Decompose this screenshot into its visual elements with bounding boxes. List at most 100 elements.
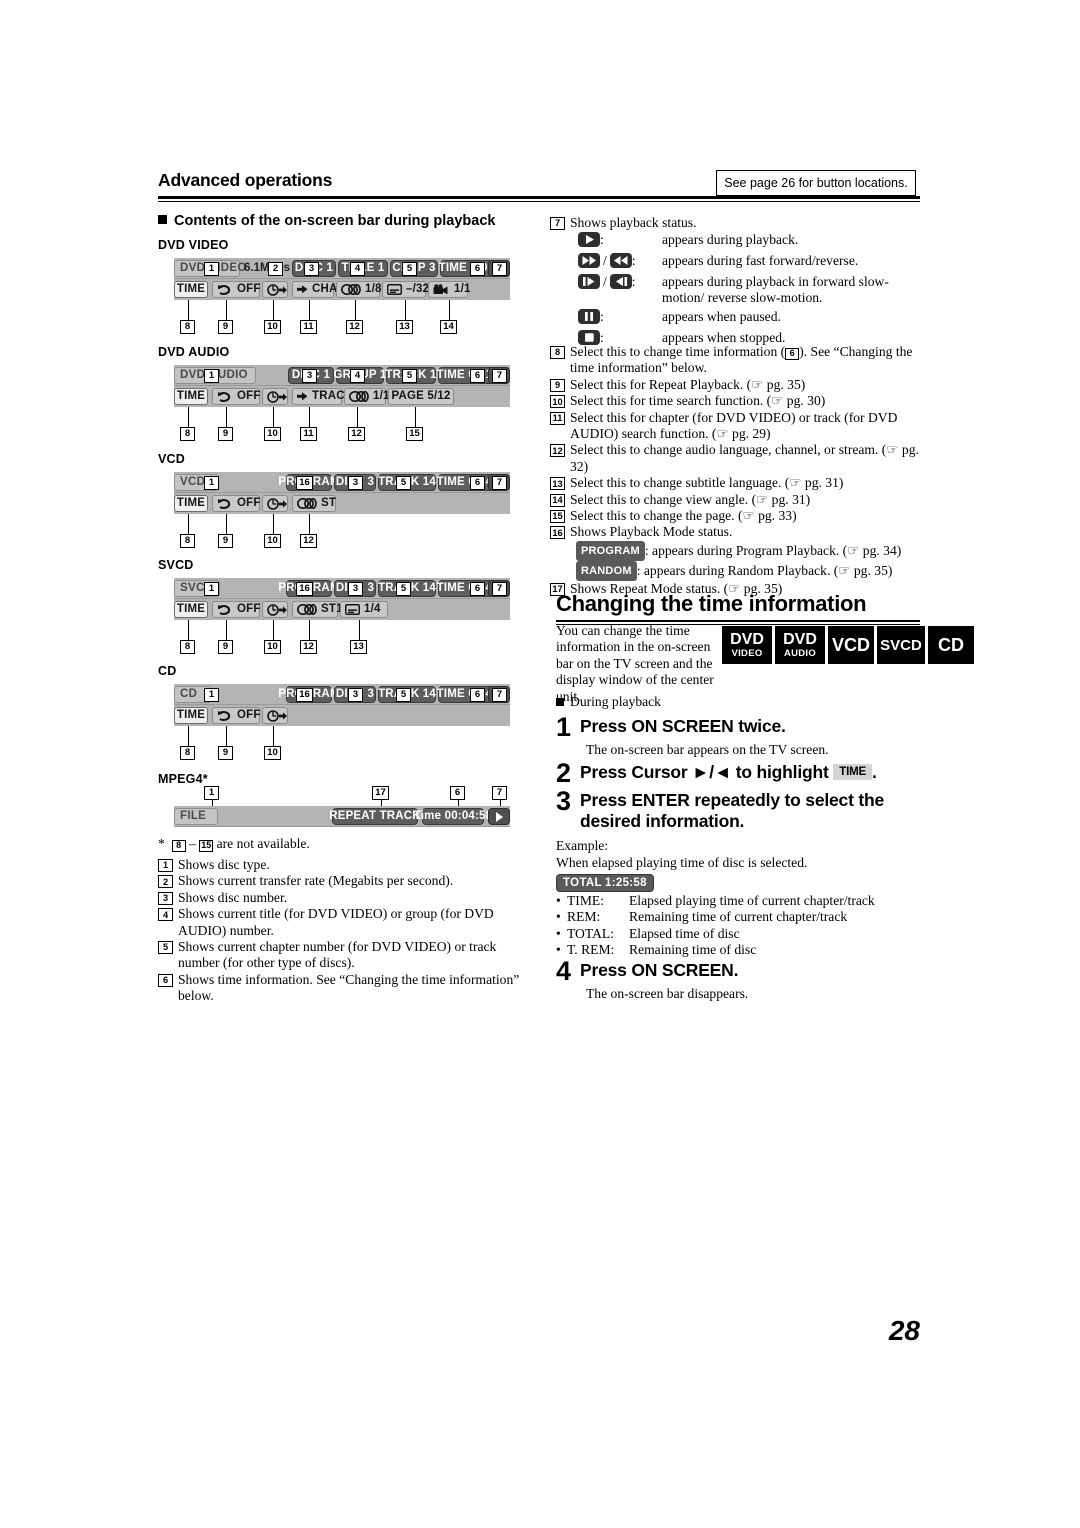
osd-cell-track[interactable]: TRACK [292,388,353,405]
legend-item: 5 Shows current chapter number (for DVD V… [158,939,522,972]
callout-number-6: 6 [470,476,485,490]
osd-cell-1-1[interactable]: 1/1 [428,281,470,298]
osd-cell-32[interactable]: –/32 [382,281,429,298]
time-mode-key: TIME: [567,893,604,908]
osd-cell-6-1mbps[interactable]: 6.1Mbps [244,260,290,277]
osd-cell-1-4[interactable]: 1/4 [340,601,388,618]
osd-cell-1-1[interactable]: 1/1 [344,388,389,405]
osd-cell-label: FILE [180,809,207,822]
osd-cell-file[interactable]: FILE [174,808,218,825]
clock-arrow-icon [267,603,287,616]
callout-number-10: 10 [264,640,281,654]
osd-cell-clock-arrow-icon[interactable] [262,601,288,618]
osd-cell-off[interactable]: OFF [212,388,260,405]
osd-cell-st[interactable]: ST [292,495,336,512]
step-3: 3 Press ENTER repeatedly to select the d… [556,786,914,832]
bullet-dot-icon: • [556,909,561,925]
osd-cell-off[interactable]: OFF [212,707,260,724]
legend-text-6: Shows time information. See “Changing th… [178,971,520,1004]
osd-cell-off[interactable]: OFF [212,495,260,512]
osd-bar-dvd-audio: DVD-AUDIODISC 1GROUP 1TRACK 1TIME 0:01:4… [174,365,510,407]
disc-badge-line1: DVD [783,630,817,648]
time-mode-text: Remaining time of current chapter/track [629,909,848,925]
ffwd-status-icon [578,253,600,268]
osd-cell-off[interactable]: OFF [212,601,260,618]
osd-bar-vcd: VCDPROGRAMDISC 3TRACK 14TIME 0:04:58TIME… [174,472,510,514]
callout-leader-line [414,407,416,427]
step-4-description: The on-screen bar disappears. [586,986,749,1001]
time-mode-bullet: • T. REM: Remaining time of disc [556,942,875,958]
osd-caption-dvd-audio: DVD AUDIO [158,345,230,359]
repeat-icon [217,498,233,510]
callout-leader-line [272,726,274,746]
osd-cell-time[interactable]: TIME [174,601,208,618]
arrow-right-icon [297,284,308,295]
callout-leader-line [308,514,310,534]
osd-cell-st1[interactable]: ST1 [292,601,343,618]
callout-number-9: 9 [218,320,233,334]
time-mode-bullets: • TIME: Elapsed playing time of current ch… [556,893,875,959]
osd-cell-clock-arrow-icon[interactable] [262,707,288,724]
legend-number-7: 7 [550,217,565,230]
mode-tag-random: RANDOM [576,560,637,581]
section-heading-label: Contents of the on-screen bar during pla… [174,213,496,229]
osd-cell-time[interactable]: TIME [174,707,208,724]
osd-cell-time-00-04-58[interactable]: Time 00:04:58 [414,808,492,825]
step-2-number: 2 [556,758,572,788]
callout-number-7: 7 [492,786,507,800]
legend-text-13: Select this to change subtitle language.… [570,475,844,491]
osd-cell-chap[interactable]: CHAP. [292,281,347,298]
osd-cell-1-8[interactable]: 1/8 [336,281,381,298]
time-mode-key: T. REM: [567,942,615,958]
callout-number-5: 5 [402,262,417,276]
arrow-right-icon [297,391,308,402]
callout-leader-line [187,300,189,320]
osd-cell-label: OFF [237,282,261,295]
step-2: 2 Press Cursor ►/◄ to highlight TIME. [556,758,877,788]
osd-cell-clock-arrow-icon[interactable] [262,495,288,512]
playback-status-row: : appears during playback. [578,232,924,251]
legend-number-12: 12 [550,444,565,458]
disc-badge-line1: DVD [730,630,764,648]
legend-item: 16 Shows Playback Mode status. [550,524,922,540]
osd-caption-svcd: SVCD [158,558,194,572]
callout-number-12: 12 [300,640,317,654]
play-status-icon [578,232,600,247]
osd-cell-time[interactable]: TIME [174,281,208,298]
osd-cell-off[interactable]: OFF [212,281,260,298]
osd-playback-status-button[interactable] [488,808,510,825]
step-1-number: 1 [556,712,572,742]
step-1: 1 Press ON SCREEN twice. [556,712,786,742]
osd-cell-time[interactable]: TIME [174,388,208,405]
osd-cell-time[interactable]: TIME [174,495,208,512]
legend-item: 15 Select this to change the page. (☞ pg.… [550,508,922,524]
callout-leader-line [225,620,227,640]
osd-cell-clock-arrow-icon[interactable] [262,388,288,405]
legend-item: 12 Select this to change audio language, … [550,442,922,475]
callout-number-5: 5 [396,688,411,702]
footnote-text: are not available. [216,836,310,851]
callout-leader-line [308,407,310,427]
osd-cell-clock-arrow-icon[interactable] [262,281,288,298]
time-key-badge: TIME [833,764,872,780]
legend-number-13: 13 [550,477,565,491]
callout-number-1: 1 [204,582,219,596]
mode-tag-text: : appears during Program Playback. (☞ pg… [644,542,902,558]
legend-item: 4 Shows current title (for DVD VIDEO) or … [158,906,522,939]
mode-tag-text: : appears during Random Playback. (☞ pg.… [636,562,893,578]
osd-cell-repeat-track[interactable]: REPEAT TRACK [329,808,421,825]
play-icon [495,811,503,822]
callout-number-6: 6 [450,786,465,800]
angle-icon [433,283,450,296]
callout-number-16: 16 [296,582,313,596]
bullet-square-icon [556,698,564,706]
osd-cell-label: 1/4 [364,602,381,615]
subtitle-icon [386,283,403,296]
callout-leader-line [225,407,227,427]
callout-number-9: 9 [218,427,233,441]
callout-number-14: 14 [440,320,457,334]
legend-text-15: Select this to change the page. (☞ pg. 3… [570,508,797,524]
slowr-status-icon [609,274,632,289]
osd-row-top: DVD-AUDIODISC 1GROUP 1TRACK 1TIME 0:01:4… [174,365,510,386]
osd-cell-page-5-12[interactable]: PAGE 5/12 [388,388,454,405]
